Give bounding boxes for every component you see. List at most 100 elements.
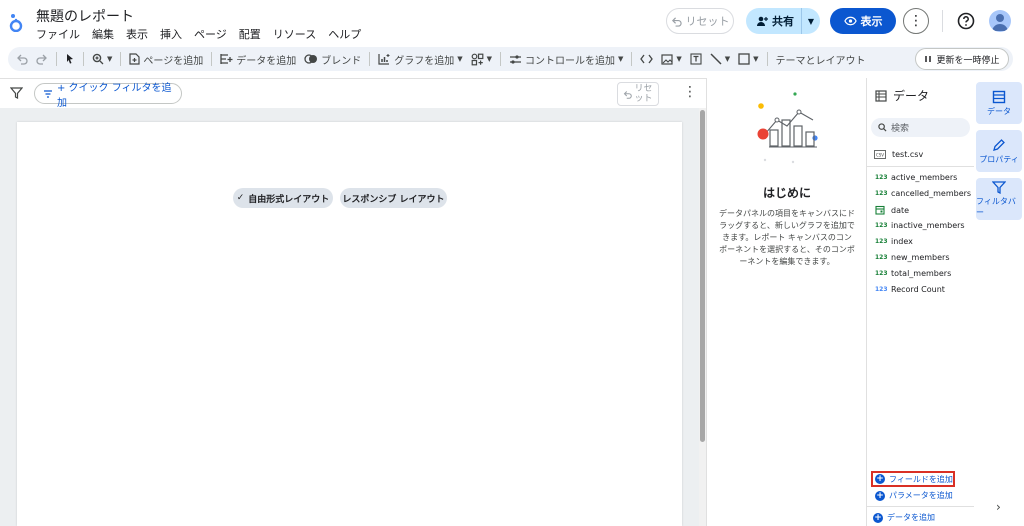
add-data-label: データを追加 (236, 55, 297, 67)
share-button[interactable]: 共有 ▼ (746, 8, 820, 34)
redo-icon[interactable] (36, 53, 48, 65)
looker-studio-logo-icon[interactable] (8, 12, 24, 32)
check-icon: ✓ (236, 193, 245, 203)
pause-icon (925, 56, 932, 62)
add-chart-icon (378, 54, 390, 65)
add-component-button[interactable]: ▼ (471, 53, 492, 66)
menu-resource[interactable]: リソース (273, 26, 316, 42)
report-title[interactable]: 無題のレポート (36, 6, 134, 26)
toolbar-divider (766, 52, 768, 66)
add-field-button[interactable]: + フィールドを追加 (871, 471, 955, 487)
intro-description: データパネルの項目をキャンバスにドラッグすると、新しいグラフを追加できます。レポ… (719, 209, 855, 266)
svg-text:CSV: CSV (876, 152, 884, 157)
embed-code-icon[interactable] (640, 54, 654, 64)
field-name: index (891, 237, 913, 246)
share-label: 共有 (772, 15, 794, 28)
reset-label: リセット (685, 15, 730, 28)
rail-tab-filter-bar[interactable]: フィルタバー (976, 178, 1022, 220)
reset-label-line1: リセ (634, 84, 653, 94)
data-panel-header: データ (875, 87, 929, 104)
add-quick-filter-button[interactable]: + クイック フィルタを追加 (34, 83, 182, 109)
add-chart-button[interactable]: グラフを追加 ▼ (378, 52, 463, 67)
line-button[interactable]: ▼ (710, 53, 730, 65)
undo-arrow-icon (671, 16, 682, 27)
responsive-layout-chip[interactable]: レスポンシブ レイアウト (340, 188, 447, 208)
more-options-icon[interactable]: ⋮ (683, 85, 697, 99)
numeric-field-icon: 123 (875, 190, 888, 197)
field-item[interactable]: 123 inactive_members (875, 221, 965, 230)
add-page-label: ページを追加 (143, 55, 204, 67)
field-search-input[interactable]: 検索 (871, 118, 970, 137)
reset-button[interactable]: リセット (666, 8, 734, 34)
freeform-layout-label: 自由形式レイアウト (248, 194, 330, 205)
share-dropdown-icon[interactable]: ▼ (802, 17, 820, 26)
avatar[interactable] (989, 10, 1011, 32)
rail-tab-data[interactable]: データ (976, 82, 1022, 124)
image-icon (661, 53, 673, 65)
data-panel-title: データ (893, 89, 930, 103)
menu-file[interactable]: ファイル (36, 26, 80, 42)
view-button[interactable]: 表示 (830, 8, 896, 34)
help-icon[interactable] (957, 12, 975, 30)
zoom-button[interactable]: ▼ (92, 53, 112, 65)
blend-icon (304, 54, 318, 64)
filter-reset-button[interactable]: リセ ット (617, 82, 659, 106)
filter-icon (992, 180, 1006, 194)
canvas-scrollbar-thumb[interactable] (700, 110, 705, 442)
add-circle-icon: + (875, 490, 885, 501)
field-item[interactable]: 123 index (875, 237, 913, 246)
image-button[interactable]: ▼ (661, 53, 682, 65)
add-control-button[interactable]: コントロールを追加 ▼ (509, 52, 623, 67)
view-label: 表示 (860, 15, 883, 28)
field-item[interactable]: 123 new_members (875, 253, 950, 262)
blend-button[interactable]: ブレンド (304, 52, 361, 67)
chevron-down-icon: ▼ (724, 55, 731, 63)
filter-bar: + クイック フィルタを追加 リセ ット ⋮ (0, 78, 706, 109)
select-pointer-icon[interactable] (65, 53, 75, 65)
responsive-layout-label: レスポンシブ レイアウト (342, 194, 445, 205)
title-bar: 無題のレポート ファイル 編集 表示 挿入 ページ 配置 リソース ヘルプ リセ… (0, 0, 1024, 44)
data-source-item[interactable]: CSV test.csv (874, 150, 923, 159)
freeform-layout-chip[interactable]: ✓ 自由形式レイアウト (233, 188, 333, 208)
field-item[interactable]: 123 active_members (875, 173, 957, 182)
share-main[interactable]: 共有 (746, 8, 802, 34)
menu-edit[interactable]: 編集 (92, 26, 114, 42)
text-box-icon[interactable] (690, 53, 702, 65)
report-page[interactable]: ✓ 自由形式レイアウト レスポンシブ レイアウト (17, 122, 682, 526)
add-page-button[interactable]: ページを追加 (129, 52, 203, 67)
rail-tab-properties[interactable]: プロパティ (976, 130, 1022, 172)
numeric-field-icon: 123 (875, 286, 888, 293)
menu-bar: ファイル 編集 表示 挿入 ページ 配置 リソース ヘルプ (36, 26, 373, 42)
chart-illustration-icon (757, 92, 818, 164)
pause-update-button[interactable]: 更新を一時停止 (915, 48, 1009, 70)
filter-list-icon (43, 89, 52, 98)
field-item[interactable]: date (875, 205, 909, 215)
menu-view[interactable]: 表示 (126, 26, 148, 42)
field-item[interactable]: 123 cancelled_members (875, 189, 971, 198)
numeric-field-icon: 123 (875, 270, 888, 277)
chevron-right-icon[interactable]: › (996, 500, 1001, 514)
menu-page[interactable]: ページ (194, 26, 227, 42)
add-parameter-button[interactable]: + パラメータを追加 (875, 490, 953, 501)
add-data-button[interactable]: データを追加 (220, 52, 296, 67)
theme-layout-button[interactable]: テーマとレイアウト (776, 52, 866, 67)
chevron-down-icon: ▼ (457, 55, 463, 63)
field-name: cancelled_members (891, 189, 972, 198)
menu-insert[interactable]: 挿入 (160, 26, 182, 42)
add-data-source-button[interactable]: + データを追加 (873, 512, 935, 523)
control-icon (509, 54, 521, 64)
more-options-icon[interactable]: ⋮ (903, 8, 929, 34)
toolbar-divider (120, 52, 122, 66)
field-item[interactable]: 123 total_members (875, 269, 951, 278)
field-item[interactable]: 123 Record Count (875, 285, 945, 294)
data-panel: データ 検索 CSV test.csv 123 active_members 1… (866, 78, 975, 526)
reset-label-line2: ット (634, 94, 653, 104)
undo-icon[interactable] (16, 53, 28, 65)
toolbar-divider (631, 52, 633, 66)
menu-arrange[interactable]: 配置 (239, 26, 261, 42)
shape-button[interactable]: ▼ (738, 53, 759, 65)
menu-help[interactable]: ヘルプ (328, 26, 361, 42)
field-name: Record Count (891, 285, 945, 294)
field-name: active_members (891, 173, 958, 182)
filter-icon[interactable] (10, 87, 23, 99)
